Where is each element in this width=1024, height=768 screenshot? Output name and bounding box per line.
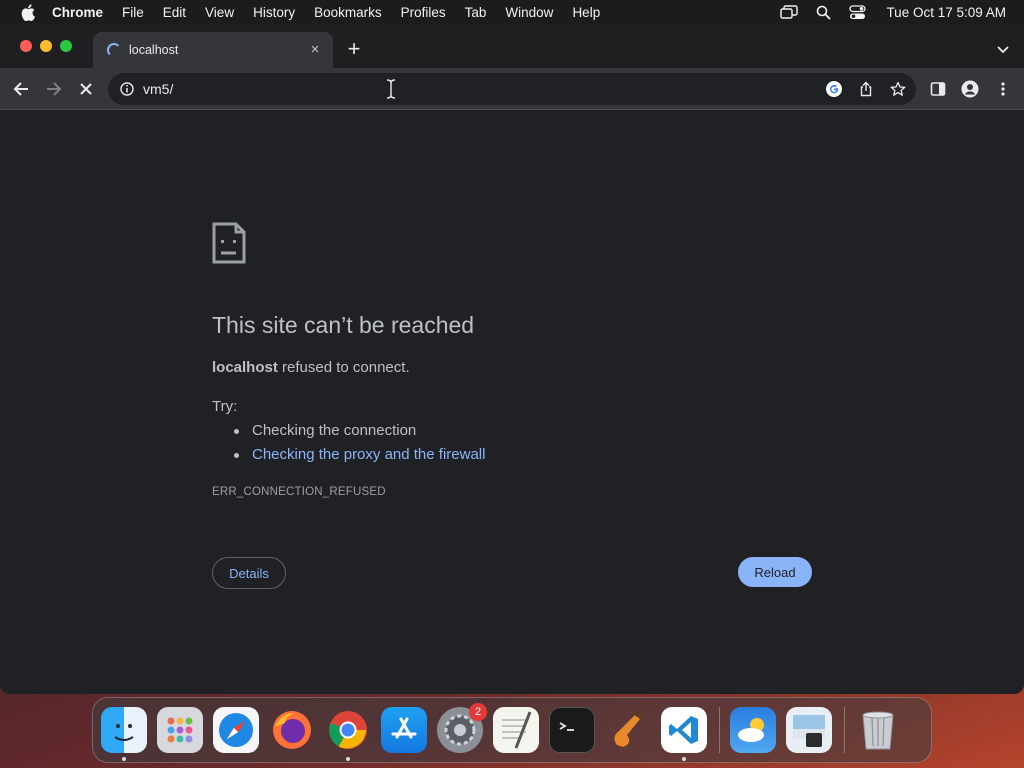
- terminal-icon[interactable]: [549, 707, 595, 753]
- preview-icon[interactable]: [786, 707, 832, 753]
- error-message: localhost refused to connect.: [212, 359, 410, 376]
- menu-bar: Chrome File Edit View History Bookmarks …: [0, 0, 1024, 24]
- tab-title: localhost: [129, 43, 179, 57]
- forward-button[interactable]: [42, 77, 66, 101]
- app-store-icon[interactable]: [381, 707, 427, 753]
- menu-view[interactable]: View: [205, 5, 234, 20]
- error-message-text: refused to connect.: [277, 359, 410, 376]
- garageband-icon[interactable]: [605, 707, 651, 753]
- menu-history[interactable]: History: [253, 5, 295, 20]
- more-menu-icon[interactable]: [991, 77, 1015, 101]
- weather-icon[interactable]: [730, 707, 776, 753]
- window-minimize-button[interactable]: [40, 40, 52, 52]
- menubar-clock[interactable]: Tue Oct 17 5:09 AM: [886, 5, 1006, 20]
- try-label: Try:: [212, 398, 238, 415]
- loading-spinner-icon: [107, 43, 121, 57]
- screen-mirroring-icon[interactable]: [780, 3, 799, 21]
- apple-menu-icon[interactable]: [18, 2, 38, 22]
- side-panel-button[interactable]: [926, 77, 950, 101]
- suggestion-list: Checking the connection Checking the pro…: [234, 422, 485, 470]
- chrome-icon[interactable]: [325, 707, 371, 761]
- menu-help[interactable]: Help: [572, 5, 600, 20]
- system-settings-icon[interactable]: 2: [437, 703, 487, 753]
- textedit-icon[interactable]: [493, 707, 539, 753]
- dock-separator-trash: [844, 707, 845, 753]
- error-title: This site can’t be reached: [212, 312, 475, 338]
- tab-search-chevron-icon[interactable]: [996, 42, 1010, 56]
- back-button[interactable]: [9, 77, 33, 101]
- window-zoom-button[interactable]: [60, 40, 72, 52]
- text-cursor-icon: [386, 78, 396, 100]
- sad-page-icon: [212, 222, 246, 264]
- site-info-icon[interactable]: [119, 81, 135, 97]
- settings-notification-badge: 2: [469, 703, 487, 721]
- firefox-icon[interactable]: [269, 707, 315, 753]
- finder-running-indicator: [122, 757, 126, 761]
- menu-chrome[interactable]: Chrome: [52, 5, 103, 20]
- browser-window: localhost × + vm5/ This site can’t be re…: [0, 24, 1024, 694]
- address-bar[interactable]: vm5/: [108, 73, 916, 105]
- profile-avatar-button[interactable]: [958, 77, 982, 101]
- stop-loading-button[interactable]: [74, 77, 98, 101]
- error-code: ERR_CONNECTION_REFUSED: [212, 486, 386, 498]
- menu-window[interactable]: Window: [505, 5, 553, 20]
- tab-localhost[interactable]: localhost ×: [93, 32, 333, 68]
- spotlight-search-icon[interactable]: [814, 3, 832, 21]
- vscode-running-indicator: [682, 757, 686, 761]
- share-icon[interactable]: [854, 77, 878, 101]
- window-controls: [20, 40, 72, 52]
- reload-button[interactable]: Reload: [738, 557, 812, 587]
- google-lens-icon[interactable]: [822, 77, 846, 101]
- finder-icon[interactable]: [101, 707, 147, 761]
- control-center-icon[interactable]: [848, 3, 866, 21]
- error-host: localhost: [212, 359, 278, 376]
- tab-strip: localhost × +: [0, 24, 1024, 68]
- dock-separator: [719, 707, 720, 753]
- menu-edit[interactable]: Edit: [163, 5, 186, 20]
- suggestion-check-connection: Checking the connection: [234, 422, 485, 446]
- new-tab-button[interactable]: +: [344, 38, 364, 60]
- chrome-running-indicator: [346, 757, 350, 761]
- details-button[interactable]: Details: [212, 557, 286, 589]
- window-close-button[interactable]: [20, 40, 32, 52]
- browser-toolbar: vm5/: [0, 68, 1024, 110]
- bookmark-star-icon[interactable]: [886, 77, 910, 101]
- tab-close-button[interactable]: ×: [307, 42, 323, 58]
- suggestion-check-proxy-link[interactable]: Checking the proxy and the firewall: [234, 446, 485, 470]
- error-page: This site can’t be reached localhost ref…: [0, 110, 1024, 694]
- menu-file[interactable]: File: [122, 5, 144, 20]
- safari-icon[interactable]: [213, 707, 259, 753]
- menu-bookmarks[interactable]: Bookmarks: [314, 5, 382, 20]
- menu-profiles[interactable]: Profiles: [401, 5, 446, 20]
- menu-tab[interactable]: Tab: [465, 5, 487, 20]
- trash-icon[interactable]: [855, 707, 901, 753]
- dock: 2: [92, 697, 932, 763]
- vscode-icon[interactable]: [661, 707, 707, 761]
- address-bar-url[interactable]: vm5/: [143, 81, 173, 97]
- launchpad-icon[interactable]: [157, 707, 203, 753]
